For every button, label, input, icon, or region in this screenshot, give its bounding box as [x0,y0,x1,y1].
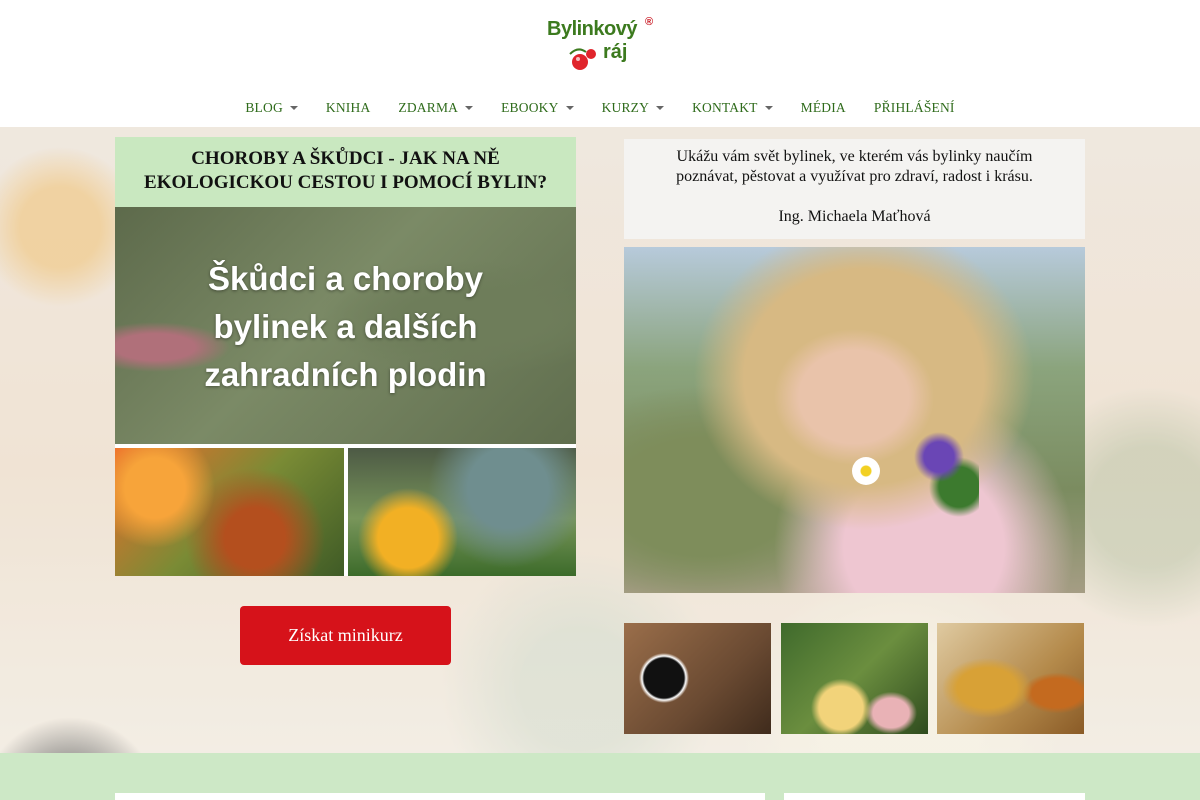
cover-photo-flower-pest [115,448,344,576]
registered-mark: ® [645,16,654,28]
chevron-down-icon [289,106,298,110]
nav-item-kontakt[interactable]: KONTAKT [678,100,787,116]
chevron-down-icon [656,106,665,110]
nav-item-kniha[interactable]: KNIHA [312,100,385,116]
cover-text-line2: bylinek a dalších [213,308,478,345]
content-band [0,753,1200,800]
site-logo[interactable]: Bylinkový ® ráj [540,14,660,74]
daisy-flower-icon [852,457,880,485]
nav-label: EBOOKY [501,100,559,115]
intro-line2: poznávat, pěstovat a využívat pro zdraví… [676,168,1033,185]
nav-item-ebooky[interactable]: EBOOKY [487,100,587,116]
author-name: Ing. Michaela Maťhová [778,208,931,225]
nav-label: BLOG [245,100,283,115]
thumbnail-herbal-tea[interactable] [624,623,771,734]
content-card-right [784,793,1085,800]
intro-line1: Ukážu vám svět bylinek, ve kterém vás by… [676,148,1033,165]
chevron-down-icon [465,106,474,110]
nav-label: PŘIHLÁŠENÍ [873,100,955,115]
intro-text-box: Ukážu vám svět bylinek, ve kterém vás by… [624,139,1085,239]
nav-label: KURZY [601,100,650,115]
minicourse-cover-image[interactable]: Škůdci a choroby bylinek a dalších zahra… [115,207,576,576]
get-minicourse-button[interactable]: Získat minikurz [240,606,451,665]
herb-bouquet-icon [909,427,979,517]
minicourse-title: CHOROBY A ŠKŮDCI - JAK NA NĚ EKOLOGICKOU… [115,137,576,207]
cover-photo-herb-pots [348,448,576,576]
berries-icon [569,48,596,70]
title-line2: EKOLOGICKOU CESTOU I POMOCÍ BYLIN? [144,172,547,193]
chevron-down-icon [565,106,574,110]
nav-label: MÉDIA [800,100,846,115]
cover-text-line1: Škůdci a choroby [207,260,484,297]
cover-main-photo: Škůdci a choroby bylinek a dalších zahra… [115,207,576,444]
nav-label: ZDARMA [398,100,459,115]
thumbnail-herbal-infusion[interactable] [937,623,1084,734]
logo-text-line1: Bylinkový [547,18,637,40]
nav-item-zdarma[interactable]: ZDARMA [384,100,487,116]
nav-item-kurzy[interactable]: KURZY [588,100,679,116]
logo-text-line2: ráj [603,41,628,63]
site-header: Bylinkový ® ráj BLOG KNIHA ZDARMA EBOOKY… [0,0,1200,127]
nav-item-prihlaseni[interactable]: PŘIHLÁŠENÍ [860,100,969,116]
thumbnail-root-salve[interactable] [781,623,928,734]
main-navigation: BLOG KNIHA ZDARMA EBOOKY KURZY KONTAKT M… [0,100,1200,122]
author-portrait-photo [624,247,1085,593]
chevron-down-icon [764,106,773,110]
content-card-left [115,793,765,800]
nav-item-blog[interactable]: BLOG [231,100,312,116]
nav-label: KNIHA [325,100,371,115]
nav-label: KONTAKT [692,100,758,115]
hero-section: CHOROBY A ŠKŮDCI - JAK NA NĚ EKOLOGICKOU… [0,127,1200,753]
title-line1: CHOROBY A ŠKŮDCI - JAK NA NĚ [191,148,500,169]
nav-item-media[interactable]: MÉDIA [787,100,860,116]
cover-text-line3: zahradních plodin [204,356,487,393]
